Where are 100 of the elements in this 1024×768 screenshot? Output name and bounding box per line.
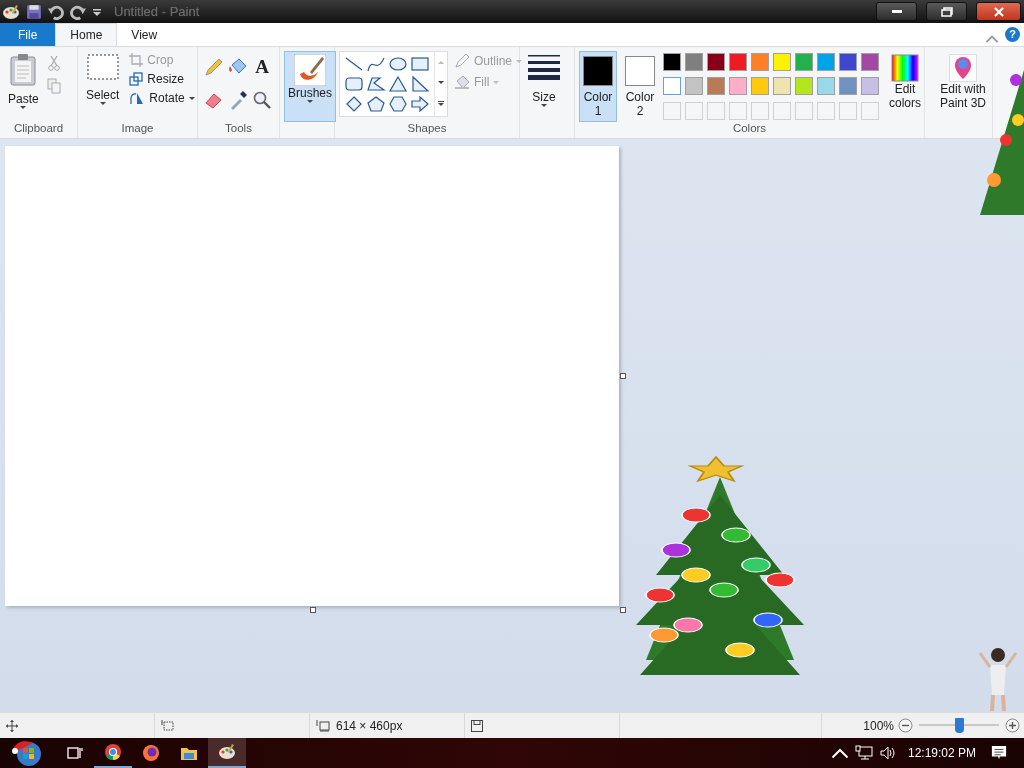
curve-icon[interactable] [366, 55, 386, 73]
group-label: Tools [224, 122, 253, 136]
palette-swatch[interactable] [663, 53, 681, 71]
active-color-button[interactable]: Color 2 [621, 51, 659, 122]
clipboard-icon [9, 54, 38, 86]
crop-icon [129, 53, 144, 67]
undo-icon[interactable] [48, 3, 64, 20]
right-triangle-icon[interactable] [410, 75, 430, 93]
dropdown-icon[interactable] [92, 6, 102, 17]
cursor-position-icon [6, 719, 18, 732]
size-button[interactable]: Size [524, 51, 564, 122]
pen-icon [454, 53, 470, 69]
palette-swatch[interactable] [729, 77, 747, 96]
restore-button[interactable] [926, 2, 967, 21]
palette-swatch[interactable] [751, 77, 769, 96]
empty-swatch[interactable] [861, 101, 879, 120]
edit-colors-button[interactable]: Edit colors [883, 51, 927, 122]
zoom-out-icon [898, 718, 913, 733]
palette-swatch[interactable] [817, 77, 835, 96]
file-menu-button[interactable]: File [0, 23, 56, 46]
group-label: Shapes [406, 122, 448, 136]
resize-handle[interactable] [620, 373, 626, 379]
resize-handle[interactable] [620, 607, 626, 613]
empty-swatch[interactable] [839, 101, 857, 120]
palette-swatch[interactable] [861, 53, 879, 71]
empty-swatch[interactable] [685, 101, 703, 120]
palette-swatch[interactable] [773, 77, 791, 96]
taskbar-app-button[interactable] [208, 738, 246, 768]
palette-swatch[interactable] [685, 53, 703, 71]
palette-swatch[interactable] [817, 53, 835, 71]
palette-swatch[interactable] [729, 53, 747, 71]
expand-gallery-icon[interactable] [438, 101, 444, 108]
palette-swatch[interactable] [861, 77, 879, 96]
empty-swatch[interactable] [773, 101, 791, 120]
palette-swatch[interactable] [707, 53, 725, 71]
minimize-button[interactable] [876, 2, 917, 21]
rotate-button[interactable]: Rotate [127, 89, 197, 107]
empty-swatch[interactable] [751, 101, 769, 120]
notification-icon[interactable] [990, 745, 1008, 761]
triangle-icon[interactable] [388, 75, 408, 93]
empty-swatch[interactable] [729, 101, 747, 120]
empty-swatch[interactable] [663, 101, 681, 120]
group-label: Image [120, 122, 155, 136]
palette-swatch[interactable] [839, 77, 857, 96]
paint-palette-icon[interactable] [2, 3, 20, 20]
slider-thumb[interactable] [955, 718, 964, 733]
empty-swatch[interactable] [707, 101, 725, 120]
network-icon[interactable] [854, 745, 873, 761]
image-size-text: 614 × 460px [336, 718, 403, 733]
zoom-level-text: 100% [863, 718, 894, 733]
paste-button[interactable]: Paste [4, 51, 43, 122]
active-color-button[interactable]: Color 1 [579, 51, 617, 122]
palette-swatch[interactable] [795, 53, 813, 71]
brushes-button[interactable]: Brushes [284, 51, 337, 122]
oval-icon[interactable] [388, 55, 408, 73]
palette-swatch[interactable] [773, 53, 791, 71]
caret-icon [188, 96, 195, 100]
empty-swatch[interactable] [817, 101, 835, 120]
caret-icon [20, 106, 27, 109]
empty-swatch[interactable] [795, 101, 813, 120]
resize-icon [129, 72, 144, 86]
polygon-icon[interactable] [366, 75, 386, 93]
hexagon-icon[interactable] [388, 95, 408, 113]
text-tool-button[interactable]: A [252, 57, 272, 77]
palette-swatch[interactable] [751, 53, 769, 71]
magnifier-icon[interactable] [252, 89, 272, 110]
palette-swatch[interactable] [707, 77, 725, 96]
scroll-down-icon[interactable] [438, 81, 444, 84]
pencil-icon[interactable] [204, 57, 224, 77]
arrow-icon[interactable] [410, 95, 430, 113]
redo-icon[interactable] [70, 3, 86, 20]
close-icon [993, 6, 1004, 17]
diamond-icon[interactable] [344, 95, 364, 113]
zoom-in-button[interactable] [1005, 718, 1020, 733]
ribbon-tab[interactable]: Home [55, 23, 118, 46]
image-size-icon [316, 719, 330, 732]
save-icon[interactable] [26, 3, 42, 20]
firefox-icon [142, 744, 160, 762]
group-label: Colors [731, 122, 768, 136]
palette-swatch[interactable] [685, 77, 703, 96]
zoom-in-icon [1005, 718, 1020, 733]
palette-swatch[interactable] [839, 53, 857, 71]
zoom-out-button[interactable] [898, 718, 913, 733]
close-button[interactable] [976, 2, 1021, 21]
fill-bucket-icon [454, 74, 470, 90]
help-button[interactable]: ? [1005, 27, 1020, 42]
select-button[interactable]: Select [82, 51, 124, 122]
resize-button[interactable]: Resize [127, 70, 197, 88]
rectangle-icon[interactable] [410, 55, 430, 73]
selection-icon [86, 54, 119, 80]
speaker-icon[interactable] [878, 745, 897, 761]
resize-handle[interactable] [310, 607, 316, 613]
line-icon[interactable] [344, 55, 364, 73]
restore-icon [940, 6, 953, 17]
brush-icon [294, 54, 326, 86]
pentagon-icon[interactable] [366, 95, 386, 113]
paint-3d-button[interactable]: Edit with Paint 3D [929, 51, 997, 122]
palette-swatch[interactable] [663, 77, 681, 96]
palette-swatch[interactable] [795, 77, 813, 96]
rounded-rectangle-icon[interactable] [344, 75, 364, 93]
